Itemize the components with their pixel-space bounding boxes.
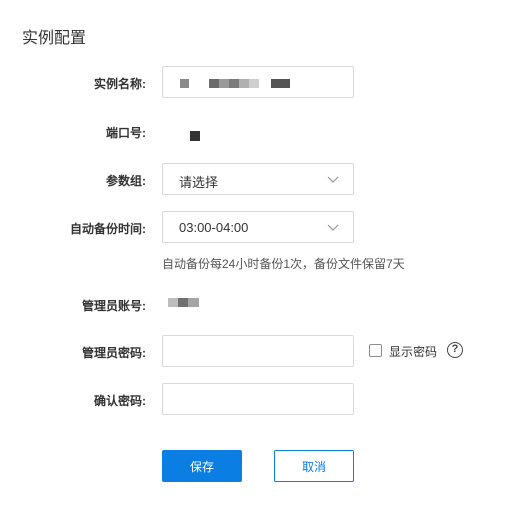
param-group-label: 参数组: — [106, 174, 146, 188]
cancel-button[interactable]: 取消 — [274, 450, 354, 482]
instance-name-input[interactable] — [162, 66, 354, 98]
param-group-select[interactable]: 请选择 — [162, 163, 354, 195]
chevron-down-icon — [327, 176, 339, 183]
backup-time-select[interactable]: 03:00-04:00 — [162, 211, 354, 243]
confirm-password-label: 确认密码: — [94, 394, 146, 408]
admin-password-label: 管理员密码: — [82, 346, 146, 360]
save-button[interactable]: 保存 — [162, 450, 242, 482]
question-circle-icon[interactable]: ? — [447, 342, 463, 358]
page-title: 实例配置 — [22, 30, 87, 47]
backup-time-label: 自动备份时间: — [70, 222, 146, 236]
instance-name-label: 实例名称: — [94, 77, 146, 91]
port-label: 端口号: — [106, 126, 146, 140]
admin-password-input[interactable] — [162, 335, 354, 367]
backup-time-value: 03:00-04:00 — [179, 220, 249, 235]
backup-hint: 自动备份每24小时备份1次，备份文件保留7天 — [162, 257, 405, 271]
chevron-down-icon — [327, 224, 339, 231]
admin-account-label: 管理员账号: — [82, 299, 146, 313]
show-password-checkbox[interactable] — [369, 344, 382, 357]
confirm-password-input[interactable] — [162, 383, 354, 415]
param-group-value: 请选择 — [179, 175, 219, 190]
show-password-label[interactable]: 显示密码 — [389, 343, 437, 360]
